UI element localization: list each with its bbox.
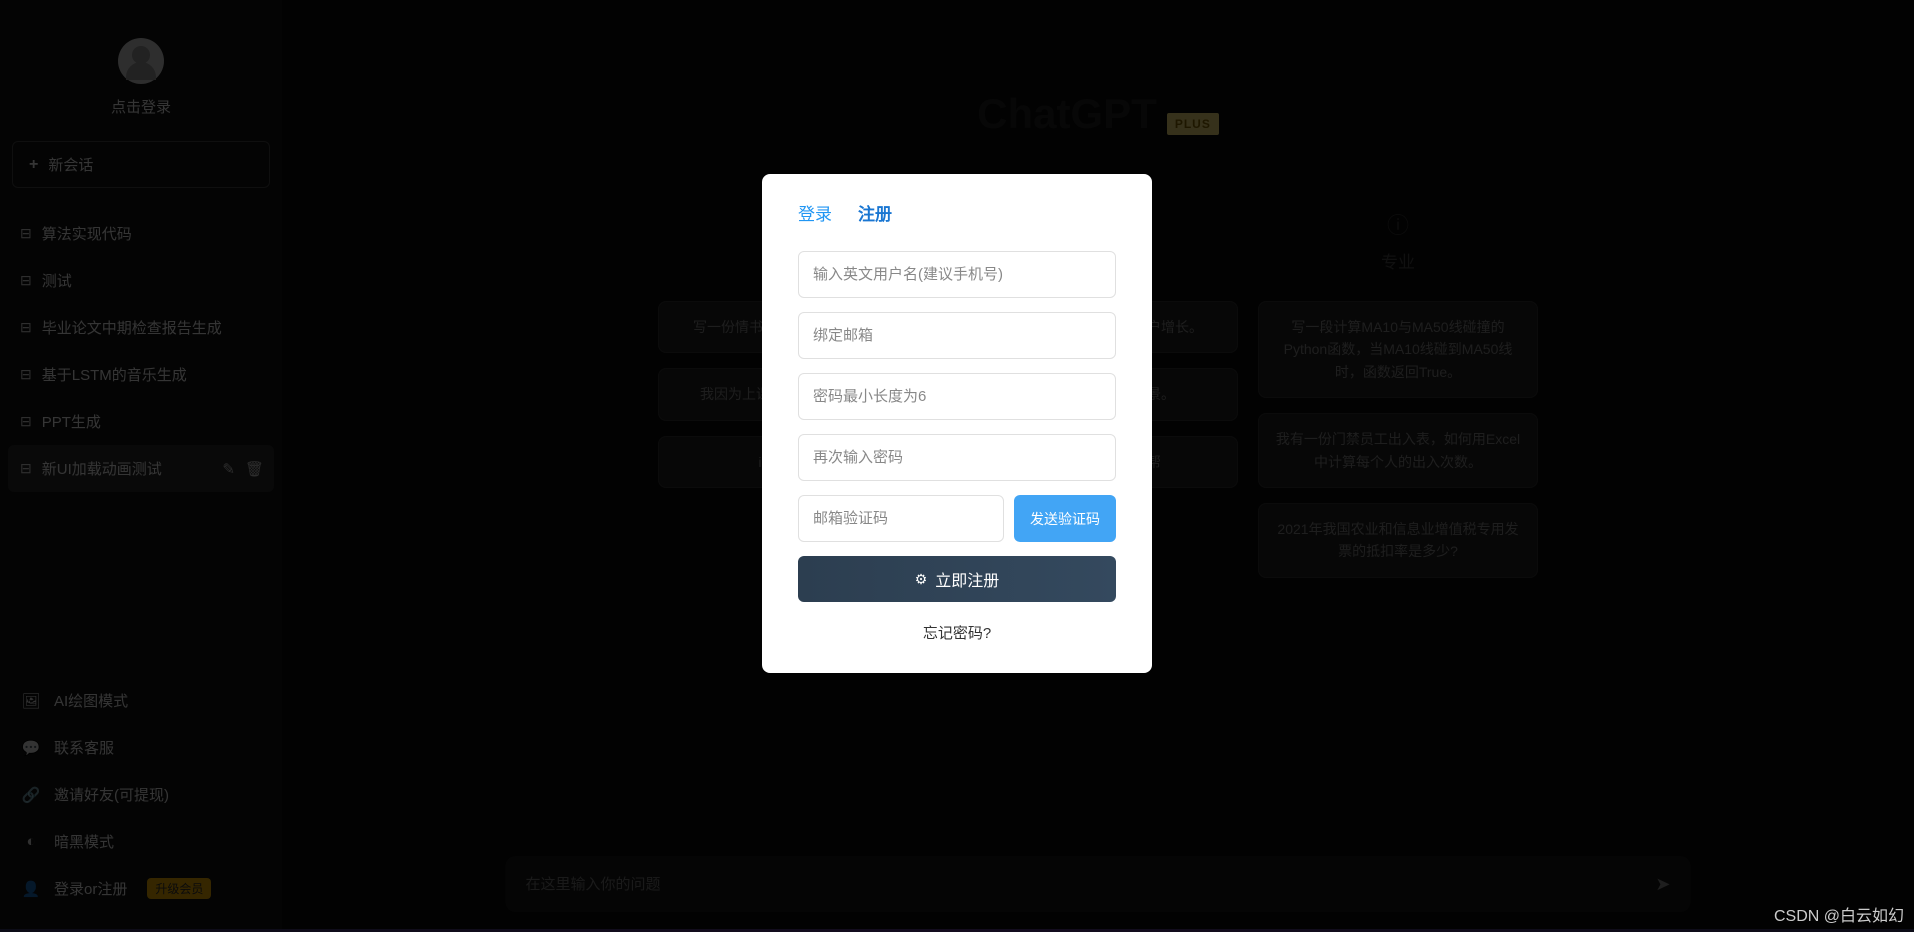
tab-register[interactable]: 注册	[858, 200, 892, 227]
verification-code-field[interactable]	[798, 495, 1004, 542]
send-code-button[interactable]: 发送验证码	[1014, 495, 1116, 542]
watermark: CSDN @白云如幻	[1774, 902, 1904, 926]
gear-icon: ⚙	[915, 571, 928, 588]
password-field[interactable]	[798, 373, 1116, 420]
tab-login[interactable]: 登录	[798, 200, 832, 227]
register-submit-button[interactable]: ⚙ 立即注册	[798, 556, 1116, 602]
password-confirm-field[interactable]	[798, 434, 1116, 481]
username-field[interactable]	[798, 251, 1116, 298]
forgot-password-link[interactable]: 忘记密码?	[798, 622, 1116, 643]
verification-row: 发送验证码	[798, 495, 1116, 542]
register-modal: 登录 注册 发送验证码 ⚙ 立即注册 忘记密码?	[762, 174, 1152, 673]
auth-tabs: 登录 注册	[798, 200, 1116, 227]
submit-label: 立即注册	[935, 567, 999, 591]
email-field[interactable]	[798, 312, 1116, 359]
